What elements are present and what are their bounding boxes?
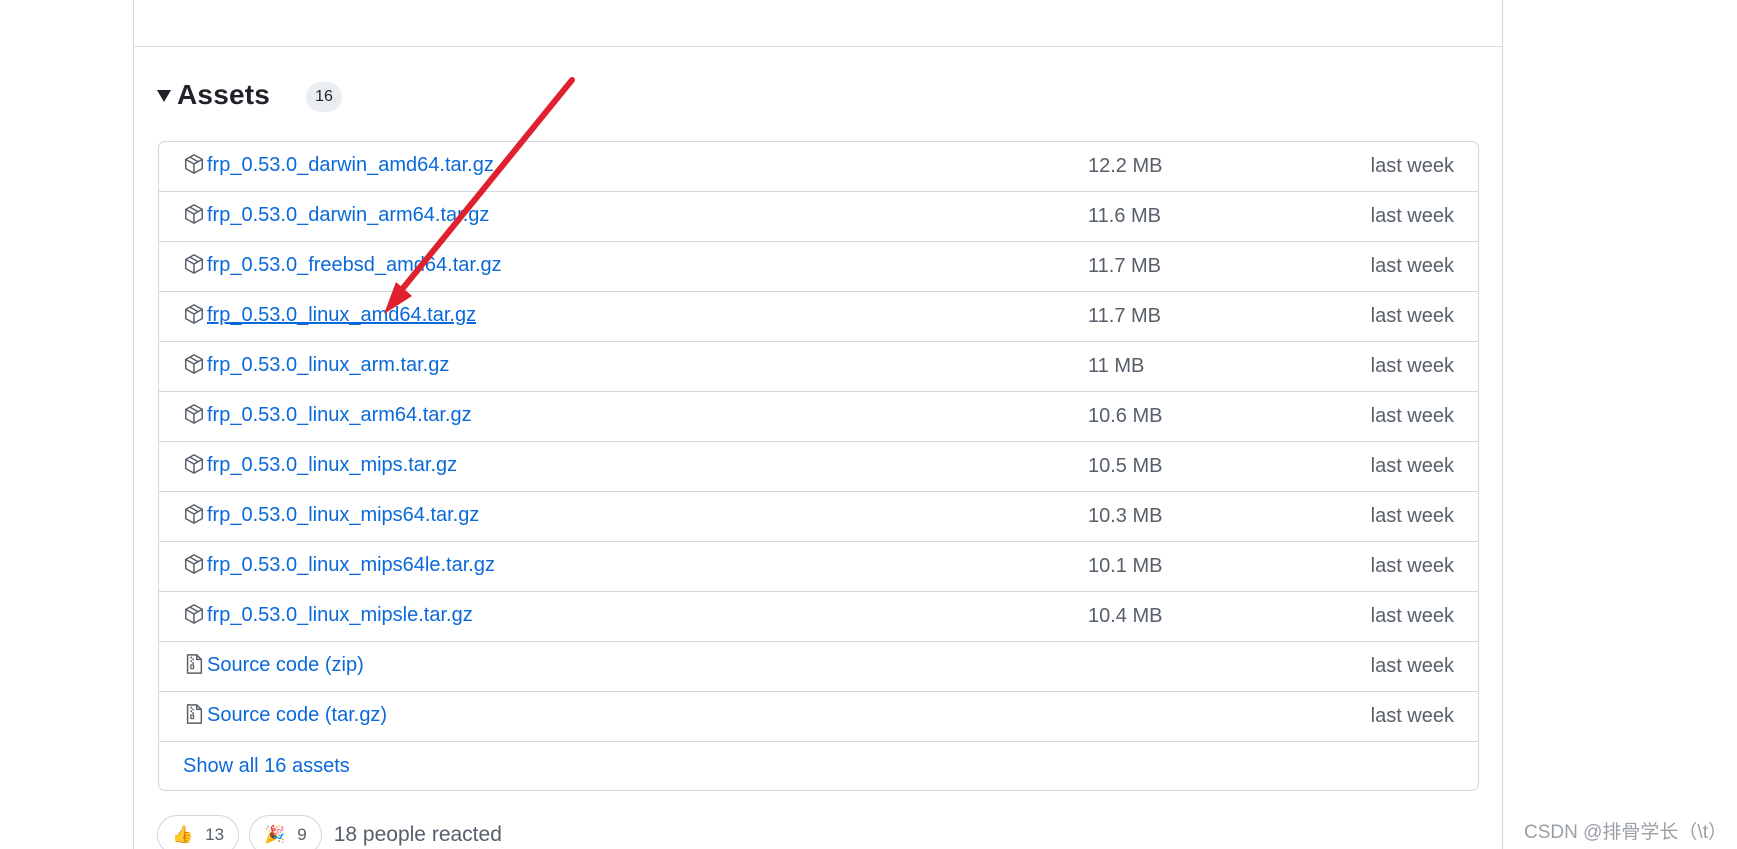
asset-row: frp_0.53.0_linux_arm64.tar.gz 10.6 MB la… [159, 392, 1478, 442]
assets-list: frp_0.53.0_darwin_amd64.tar.gz 12.2 MB l… [158, 141, 1479, 791]
asset-size: 10.4 MB [1088, 605, 1163, 627]
asset-date: last week [1370, 505, 1454, 527]
asset-link[interactable]: frp_0.53.0_linux_mips64.tar.gz [207, 504, 479, 527]
asset-date: last week [1370, 655, 1454, 677]
asset-size: 11 MB [1088, 355, 1145, 377]
package-icon [185, 154, 203, 174]
reaction-count: 13 [205, 825, 225, 844]
assets-toggle[interactable]: Assets 16 [157, 78, 343, 112]
asset-row: frp_0.53.0_linux_arm.tar.gz 11 MB last w… [159, 342, 1478, 392]
source-code-format: (zip) [324, 654, 364, 676]
thumbs-up-icon: 👍 [172, 825, 194, 844]
asset-size: 10.5 MB [1088, 455, 1163, 477]
package-icon [185, 204, 203, 224]
asset-link[interactable]: frp_0.53.0_linux_arm.tar.gz [207, 354, 449, 377]
asset-date: last week [1370, 355, 1454, 377]
asset-link[interactable]: frp_0.53.0_linux_mips.tar.gz [207, 454, 457, 477]
caret-down-icon [157, 90, 171, 102]
asset-link[interactable]: frp_0.53.0_linux_mips64le.tar.gz [207, 554, 495, 577]
file-zip-icon [186, 704, 203, 724]
asset-date: last week [1370, 255, 1454, 277]
file-zip-icon [186, 654, 203, 674]
asset-date: last week [1370, 455, 1454, 477]
asset-size: 11.7 MB [1088, 255, 1161, 277]
package-icon [185, 304, 203, 324]
asset-date: last week [1370, 405, 1454, 427]
package-icon [185, 404, 203, 424]
asset-size: 10.6 MB [1088, 405, 1163, 427]
package-icon [185, 454, 203, 474]
asset-link[interactable]: frp_0.53.0_freebsd_amd64.tar.gz [207, 254, 502, 277]
assets-title: Assets [177, 79, 271, 110]
asset-size: 10.1 MB [1088, 555, 1163, 577]
reaction-count: 9 [297, 825, 307, 844]
party-popper-icon: 🎉 [264, 825, 286, 844]
reaction-hooray-button[interactable]: 🎉 9 [249, 815, 322, 849]
asset-link[interactable]: frp_0.53.0_darwin_amd64.tar.gz [207, 154, 494, 177]
asset-row: frp_0.53.0_linux_amd64.tar.gz 11.7 MB la… [159, 292, 1478, 342]
package-icon [185, 254, 203, 274]
assets-count-badge: 16 [306, 82, 343, 112]
asset-link-hovered[interactable]: frp_0.53.0_linux_amd64.tar.gz [207, 304, 476, 327]
source-code-targz-link[interactable]: Source code (tar.gz) [207, 704, 387, 727]
reactions-summary: 18 people reacted [333, 823, 502, 846]
asset-row: frp_0.53.0_darwin_amd64.tar.gz 12.2 MB l… [159, 142, 1478, 192]
source-code-label: Source code [207, 654, 320, 676]
package-icon [185, 554, 203, 574]
asset-link[interactable]: frp_0.53.0_linux_arm64.tar.gz [207, 404, 472, 427]
asset-row: frp_0.53.0_linux_mips64le.tar.gz 10.1 MB… [159, 542, 1478, 592]
asset-link[interactable]: frp_0.53.0_linux_mipsle.tar.gz [207, 604, 473, 627]
asset-date: last week [1370, 555, 1454, 577]
package-icon [185, 354, 203, 374]
asset-date: last week [1370, 305, 1454, 327]
asset-date: last week [1370, 605, 1454, 627]
asset-size: 11.7 MB [1088, 305, 1161, 327]
asset-date: last week [1370, 155, 1454, 177]
asset-size: 11.6 MB [1088, 205, 1161, 227]
asset-row: frp_0.53.0_freebsd_amd64.tar.gz 11.7 MB … [159, 242, 1478, 292]
asset-size: 12.2 MB [1088, 155, 1163, 177]
asset-row: frp_0.53.0_linux_mips.tar.gz 10.5 MB las… [159, 442, 1478, 492]
asset-size: 10.3 MB [1088, 505, 1163, 527]
source-code-row: Source code (tar.gz) last week [159, 692, 1478, 742]
asset-row: frp_0.53.0_linux_mips64.tar.gz 10.3 MB l… [159, 492, 1478, 542]
source-code-label: Source code [207, 704, 320, 726]
release-page: Assets 16 frp_0.53.0_darwin_amd64.tar.gz… [0, 0, 1737, 849]
watermark: CSDN @排骨学长（\t） [1524, 822, 1727, 843]
source-code-row: Source code (zip) last week [159, 642, 1478, 692]
asset-row: frp_0.53.0_linux_mipsle.tar.gz 10.4 MB l… [159, 592, 1478, 642]
asset-date: last week [1370, 205, 1454, 227]
package-icon [185, 604, 203, 624]
asset-link[interactable]: frp_0.53.0_darwin_arm64.tar.gz [207, 204, 489, 227]
release-divider [133, 46, 1503, 47]
reaction-thumbs-up-button[interactable]: 👍 13 [157, 815, 240, 849]
source-code-zip-link[interactable]: Source code (zip) [207, 654, 364, 677]
show-all-row: Show all 16 assets [159, 742, 1478, 790]
reactions-bar: 👍 13 🎉 9 18 people reacted [157, 815, 502, 849]
asset-row: frp_0.53.0_darwin_arm64.tar.gz 11.6 MB l… [159, 192, 1478, 242]
source-code-format: (tar.gz) [324, 704, 388, 726]
asset-date: last week [1370, 705, 1454, 727]
show-all-assets-link[interactable]: Show all 16 assets [183, 755, 350, 778]
package-icon [185, 504, 203, 524]
